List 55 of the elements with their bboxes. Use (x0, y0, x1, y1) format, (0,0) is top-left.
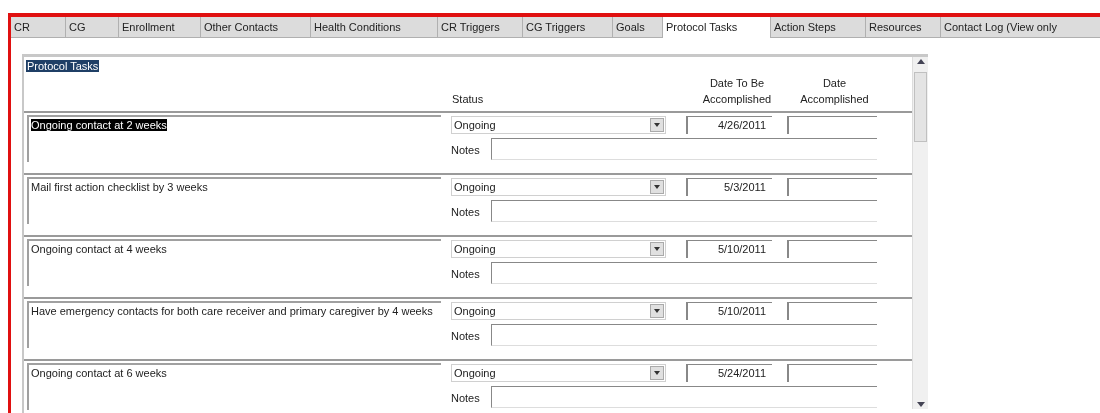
task-text: Have emergency contacts for both care receiver and primary caregiver by 4 weeks (31, 305, 433, 317)
column-header: Date To Be Accomplished (701, 76, 773, 107)
tab[interactable]: Action Steps (771, 17, 866, 38)
task-text-box[interactable]: Ongoing contact at 4 weeks (27, 239, 441, 286)
notes-field[interactable] (491, 386, 877, 408)
tab[interactable]: Health Conditions (311, 17, 438, 38)
date-accomplished-field[interactable] (787, 302, 877, 320)
tab[interactable]: Enrollment (119, 17, 201, 38)
tab[interactable]: CG (66, 17, 119, 38)
task-text: Mail first action checklist by 3 weeks (31, 181, 208, 193)
notes-label: Notes (451, 142, 481, 158)
status-dropdown[interactable]: Ongoing (451, 364, 666, 382)
task-text: Ongoing contact at 4 weeks (31, 243, 167, 255)
date-field[interactable]: 5/10/2011 (686, 302, 772, 320)
scroll-thumb[interactable] (914, 72, 927, 142)
notes-field[interactable] (491, 200, 877, 222)
task-text-box[interactable]: Have emergency contacts for both care receiver and primary caregiver by 4 weeks (27, 301, 441, 348)
notes-label: Notes (451, 328, 481, 344)
column-header: Date Accomplished (799, 76, 870, 107)
date-field[interactable]: 5/10/2011 (686, 240, 772, 258)
tab[interactable]: CR (11, 17, 66, 38)
task-text: Ongoing contact at 2 weeks (31, 119, 167, 131)
notes-field[interactable] (491, 324, 877, 346)
notes-label: Notes (451, 390, 481, 406)
tab[interactable]: Protocol Tasks (663, 17, 771, 38)
scroll-up-icon[interactable] (916, 59, 925, 64)
notes-field[interactable] (491, 138, 877, 160)
task-text-box[interactable]: Mail first action checklist by 3 weeks (27, 177, 441, 224)
date-field[interactable]: 4/26/2011 (686, 116, 772, 134)
notes-label: Notes (451, 266, 481, 282)
scroll-down-icon[interactable] (916, 402, 925, 407)
tab[interactable]: CG Triggers (523, 17, 613, 38)
date-field[interactable]: 5/24/2011 (686, 364, 772, 382)
date-accomplished-field[interactable] (787, 116, 877, 134)
panel-title: Protocol Tasks (26, 60, 100, 72)
date-accomplished-field[interactable] (787, 364, 877, 382)
notes-field[interactable] (491, 262, 877, 284)
tab[interactable]: Resources (866, 17, 941, 38)
task-text: Ongoing contact at 6 weeks (31, 367, 167, 379)
status-dropdown[interactable]: Ongoing (451, 116, 666, 134)
tab[interactable]: Other Contacts (201, 17, 311, 38)
date-field[interactable]: 5/3/2011 (686, 178, 772, 196)
status-dropdown[interactable]: Ongoing (451, 302, 666, 320)
date-accomplished-field[interactable] (787, 178, 877, 196)
scrollbar[interactable] (912, 57, 928, 409)
task-text-box[interactable]: Ongoing contact at 6 weeks (27, 363, 441, 410)
notes-label: Notes (451, 204, 481, 220)
tab[interactable]: CR Triggers (438, 17, 523, 38)
status-dropdown[interactable]: Ongoing (451, 178, 666, 196)
task-text-box[interactable]: Ongoing contact at 2 weeks (27, 115, 441, 162)
tab[interactable]: Contact Log (View only (941, 17, 1100, 38)
tab[interactable]: Goals (613, 17, 663, 38)
date-accomplished-field[interactable] (787, 240, 877, 258)
status-dropdown[interactable]: Ongoing (451, 240, 666, 258)
column-header: Status (452, 91, 485, 107)
